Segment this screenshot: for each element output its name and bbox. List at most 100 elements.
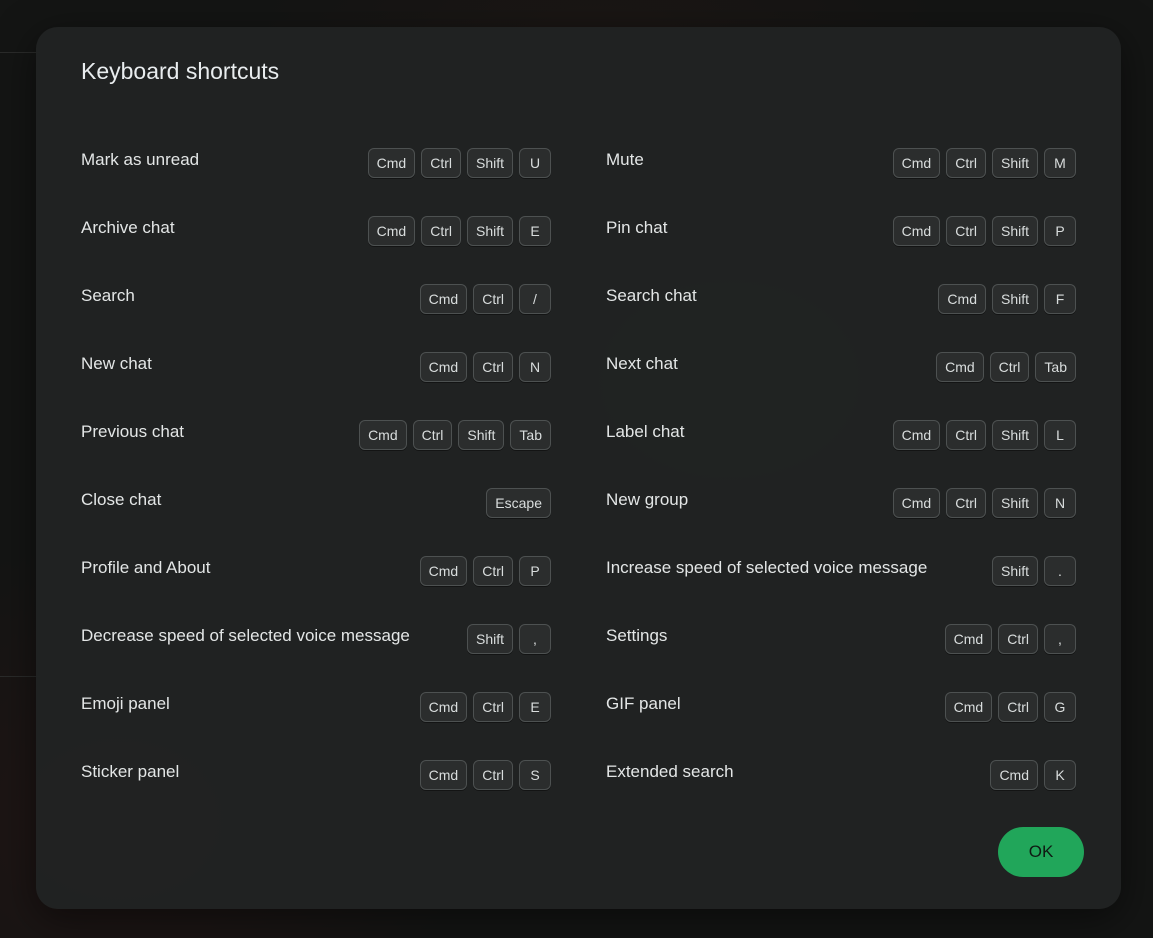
key-cap: Cmd xyxy=(892,148,941,178)
shortcut-row: Search Cmd Ctrl / xyxy=(81,265,551,333)
shortcut-label: New group xyxy=(606,490,689,509)
shortcut-keys: Cmd Ctrl S xyxy=(419,760,551,790)
shortcut-label: Sticker panel xyxy=(81,762,180,781)
key-cap: Shift xyxy=(466,216,513,246)
shortcut-row: Close chat Escape xyxy=(81,469,551,537)
key-cap: Cmd xyxy=(419,692,468,722)
key-cap: Cmd xyxy=(938,284,986,314)
key-cap: Shift xyxy=(991,420,1038,450)
key-cap: Cmd xyxy=(367,216,416,246)
shortcut-keys: Cmd Ctrl E xyxy=(419,692,551,722)
shortcut-keys: Cmd Ctrl Shift L xyxy=(892,420,1076,450)
key-cap: S xyxy=(519,760,551,790)
shortcut-row: Mute Cmd Ctrl Shift M xyxy=(606,129,1076,197)
key-cap: U xyxy=(519,148,551,178)
key-cap: Cmd xyxy=(944,624,993,654)
shortcut-keys: Cmd Ctrl Shift Tab xyxy=(359,420,551,450)
shortcut-row: Sticker panel Cmd Ctrl S xyxy=(81,741,551,809)
key-cap: Tab xyxy=(510,420,551,450)
key-cap: Shift xyxy=(466,148,513,178)
shortcut-keys: Cmd Ctrl P xyxy=(419,556,551,586)
shortcut-keys: Cmd Ctrl Shift P xyxy=(892,216,1076,246)
key-cap: Ctrl xyxy=(989,352,1030,382)
key-cap: Escape xyxy=(486,488,551,518)
key-cap: . xyxy=(1044,556,1076,586)
shortcut-keys: Cmd Ctrl, xyxy=(944,624,1076,654)
shortcut-row: GIF panel Cmd Ctrl G xyxy=(606,673,1076,741)
shortcut-label: Extended search xyxy=(606,762,734,781)
shortcut-row: Previous chat Cmd Ctrl Shift Tab xyxy=(81,401,551,469)
dialog-title: Keyboard shortcuts xyxy=(81,58,280,84)
shortcut-keys: Cmd K xyxy=(990,760,1076,790)
key-cap: F xyxy=(1044,284,1076,314)
shortcut-row: Emoji panel Cmd Ctrl E xyxy=(81,673,551,741)
keyboard-shortcuts-dialog: Keyboard shortcuts Mark as unread Cmd Ctrl… xyxy=(36,27,1121,909)
shortcut-row: Archive chat Cmd Ctrl Shift E xyxy=(81,197,551,265)
shortcut-label: GIF panel xyxy=(606,694,681,713)
shortcut-keys: Escape xyxy=(486,488,551,518)
shortcut-label: Increase speed of selected voice message xyxy=(606,558,928,577)
key-cap: Shift xyxy=(466,624,513,654)
shortcut-keys: Cmd Ctrl N xyxy=(419,352,551,382)
shortcut-keys: Cmd Ctrl / xyxy=(419,284,551,314)
shortcut-row: New group Cmd Ctrl Shift N xyxy=(606,469,1076,537)
key-cap: , xyxy=(519,624,551,654)
shortcut-keys: Cmd Ctrl Shift U xyxy=(367,148,551,178)
key-cap: Cmd xyxy=(892,488,941,518)
key-cap: Cmd xyxy=(419,760,468,790)
key-cap: Ctrl xyxy=(946,216,986,246)
key-cap: Shift xyxy=(991,148,1038,178)
shortcut-label: Close chat xyxy=(81,490,162,509)
key-cap: G xyxy=(1044,692,1076,722)
shortcut-label: Emoji panel xyxy=(81,694,170,713)
ok-button[interactable]: OK xyxy=(998,827,1084,877)
key-cap: Shift xyxy=(991,556,1038,586)
shortcut-keys: Shift. xyxy=(991,556,1076,586)
key-cap: Ctrl xyxy=(412,420,453,450)
shortcut-list: Mark as unread Cmd Ctrl Shift U Mute Cmd Ctrl Sh… xyxy=(81,129,1076,809)
shortcut-label: Search chat xyxy=(606,286,697,305)
key-cap: Cmd xyxy=(990,760,1038,790)
shortcut-label: Settings xyxy=(606,626,668,645)
shortcut-row: Settings Cmd Ctrl, xyxy=(606,605,1076,673)
key-cap: Ctrl xyxy=(998,624,1038,654)
key-cap: L xyxy=(1044,420,1076,450)
key-cap: Tab xyxy=(1035,352,1076,382)
shortcut-label: Previous chat xyxy=(81,422,184,441)
shortcut-label: Archive chat xyxy=(81,218,175,237)
shortcut-row: Mark as unread Cmd Ctrl Shift U xyxy=(81,129,551,197)
key-cap: Ctrl xyxy=(473,556,513,586)
key-cap: Shift xyxy=(991,216,1038,246)
key-cap: M xyxy=(1044,148,1076,178)
key-cap: E xyxy=(519,216,551,246)
key-cap: Cmd xyxy=(892,420,941,450)
key-cap: Cmd xyxy=(367,148,416,178)
key-cap: , xyxy=(1044,624,1076,654)
key-cap: Ctrl xyxy=(946,488,986,518)
shortcut-row: Next chat Cmd Ctrl Tab xyxy=(606,333,1076,401)
shortcut-row: Search chat Cmd Shift F xyxy=(606,265,1076,333)
key-cap: Cmd xyxy=(944,692,993,722)
key-cap: P xyxy=(519,556,551,586)
shortcut-keys: Cmd Ctrl Shift N xyxy=(892,488,1076,518)
shortcut-label: New chat xyxy=(81,354,152,373)
shortcut-label: Search xyxy=(81,286,135,305)
key-cap: Ctrl xyxy=(946,420,986,450)
shortcut-row: Increase speed of selected voice message… xyxy=(606,537,1076,605)
shortcut-row: New chat Cmd Ctrl N xyxy=(81,333,551,401)
key-cap: K xyxy=(1044,760,1076,790)
key-cap: Cmd xyxy=(419,284,468,314)
background-divider xyxy=(0,676,40,677)
shortcut-row: Label chat Cmd Ctrl Shift L xyxy=(606,401,1076,469)
key-cap: Ctrl xyxy=(421,216,461,246)
shortcut-keys: Cmd Ctrl Shift E xyxy=(367,216,551,246)
shortcut-label: Next chat xyxy=(606,354,678,373)
key-cap: Cmd xyxy=(419,352,468,382)
key-cap: Ctrl xyxy=(998,692,1038,722)
key-cap: Shift xyxy=(991,488,1038,518)
shortcut-label: Pin chat xyxy=(606,218,668,237)
key-cap: Ctrl xyxy=(473,352,513,382)
key-cap: Ctrl xyxy=(473,692,513,722)
shortcut-label: Label chat xyxy=(606,422,685,441)
key-cap: / xyxy=(519,284,551,314)
